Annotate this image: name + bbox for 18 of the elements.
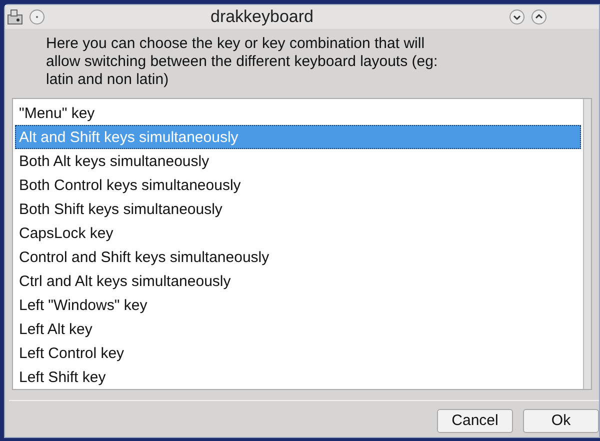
- list-item[interactable]: Left Shift key: [15, 365, 581, 389]
- list-item[interactable]: CapsLock key: [15, 221, 581, 245]
- list-item[interactable]: "Menu" key: [15, 101, 581, 125]
- list-item[interactable]: Both Control keys simultaneously: [15, 173, 581, 197]
- list-item[interactable]: Left Control key: [15, 341, 581, 365]
- ok-button[interactable]: Ok: [523, 409, 599, 433]
- list-item[interactable]: Control and Shift keys simultaneously: [15, 245, 581, 269]
- maximize-icon[interactable]: [531, 9, 547, 25]
- list-item[interactable]: Both Alt keys simultaneously: [15, 149, 581, 173]
- cancel-button[interactable]: Cancel: [437, 409, 513, 433]
- list-item[interactable]: Ctrl and Alt keys simultaneously: [15, 269, 581, 293]
- scrollbar[interactable]: [583, 99, 591, 389]
- list-item[interactable]: Left "Windows" key: [15, 293, 581, 317]
- list-item[interactable]: Left Alt key: [15, 317, 581, 341]
- window-title: drakkeyboard: [210, 7, 314, 26]
- minimize-icon[interactable]: [509, 9, 525, 25]
- description-text: Here you can choose the key or key combination that will allow switching between the different keyboard layouts (eg: latin and non latin): [46, 35, 439, 89]
- list-item[interactable]: Both Shift keys simultaneously: [15, 197, 581, 221]
